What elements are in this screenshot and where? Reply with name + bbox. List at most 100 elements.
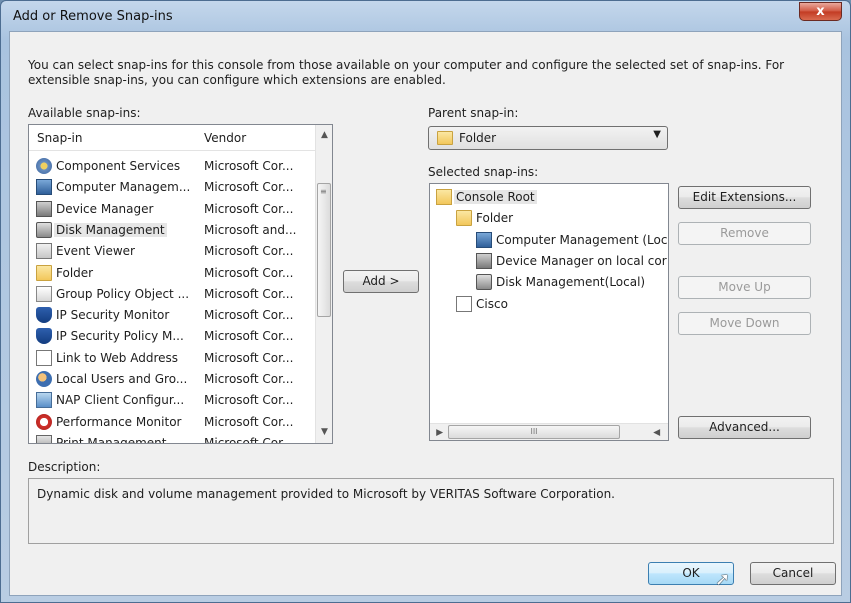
list-item[interactable]: Computer Managem... Microsoft Cor... [29,177,313,198]
description-label: Description: [28,460,101,474]
nap-client-icon [36,392,52,409]
device-manager-icon [36,200,52,217]
snapin-vendor: Microsoft Cor... [204,201,294,216]
available-vertical-scrollbar[interactable]: ▲ ≡ ▼ [315,125,332,443]
snapin-name: Folder [56,265,94,280]
parent-snapin-value: Folder [459,131,497,145]
available-snapins-list[interactable]: Snap-in Vendor Component Services Microso… [28,124,333,444]
mouse-pointer-icon: ➚ [715,569,731,590]
list-item[interactable]: Disk Management Microsoft and... [29,220,313,241]
snapin-vendor: Microsoft Cor... [204,244,294,259]
snapin-name: IP Security Monitor [56,308,170,323]
move-down-button[interactable]: Move Down [678,312,811,335]
list-item[interactable]: NAP Client Configur... Microsoft Cor... [29,390,313,411]
column-header-vendor[interactable]: Vendor [204,131,246,145]
scroll-down-icon[interactable]: ▼ [316,424,332,441]
edit-extensions-button[interactable]: Edit Extensions... [678,186,811,209]
dropdown-arrow-icon: ▼ [653,129,661,140]
snapin-name: Event Viewer [56,244,135,259]
scroll-right-icon[interactable]: ▲ [649,424,666,440]
available-snapins-label: Available snap-ins: [28,106,141,120]
folder-icon [456,210,472,226]
event-viewer-icon [36,243,52,260]
list-item[interactable]: IP Security Policy M... Microsoft Cor... [29,326,313,347]
list-item[interactable]: IP Security Monitor Microsoft Cor... [29,305,313,326]
list-item[interactable]: Group Policy Object ... Microsoft Cor... [29,284,313,305]
snapin-vendor: Microsoft Cor... [204,286,294,301]
hscroll-thumb[interactable]: III [448,425,620,439]
scroll-thumb[interactable] [317,183,331,317]
list-item[interactable]: Performance Monitor Microsoft Cor... [29,412,313,433]
close-button[interactable]: x [799,2,842,21]
list-header: Snap-in Vendor [29,125,332,151]
snapin-name: Component Services [56,159,181,173]
scroll-up-icon[interactable]: ▲ [316,127,332,144]
folder-icon [36,264,52,281]
computer-management-icon [476,232,492,248]
snapin-vendor: Microsoft Cor... [204,265,294,280]
snapin-name: Device Manager [56,201,154,216]
add-remove-snapins-dialog: Add or Remove Snap-ins x You can select … [0,0,851,603]
advanced-button[interactable]: Advanced... [678,416,811,439]
snapin-vendor: Microsoft Cor... [204,159,294,173]
tree-item-label: Console Root [454,190,537,204]
description-box: Dynamic disk and volume management provi… [28,478,834,544]
local-users-icon [36,371,52,387]
move-up-button[interactable]: Move Up [678,276,811,299]
list-item[interactable]: Component Services Microsoft Cor... [29,156,313,177]
ip-security-icon [36,307,52,324]
group-policy-icon [36,285,52,302]
list-item[interactable]: Event Viewer Microsoft Cor... [29,241,313,262]
list-item[interactable]: Device Manager Microsoft Cor... [29,199,313,220]
snapin-name: Performance Monitor [56,414,182,429]
print-management-icon [36,434,52,443]
tree-item-label: Folder [476,211,514,225]
thumb-grip-icon: ≡ [320,187,327,196]
scroll-left-icon[interactable]: ▼ [432,424,449,440]
column-header-snapin[interactable]: Snap-in [37,131,82,145]
tree-item-label: Cisco [476,297,508,311]
snapin-name: Computer Managem... [56,180,191,195]
snapin-name: Link to Web Address [56,350,179,365]
snapin-vendor: Microsoft Cor... [204,393,294,408]
window-title: Add or Remove Snap-ins [13,9,173,24]
snapin-vendor: Microsoft Cor... [204,180,294,195]
snapin-name: Local Users and Gro... [56,372,188,386]
intro-text: You can select snap-ins for this console… [28,58,785,87]
tree-item-label: Disk Management(Local) [496,275,646,289]
disk-management-icon [36,221,52,238]
snapin-name: Print Management [56,435,167,444]
tree-item-label: Computer Management (Loc [496,233,668,247]
snapin-name: IP Security Policy M... [56,329,184,344]
snapin-vendor: Microsoft Cor... [204,329,294,344]
list-item[interactable]: Link to Web Address Microsoft Cor... [29,348,313,369]
web-link-icon [36,349,52,366]
snapin-vendor: Microsoft and... [204,222,297,237]
parent-snapin-select[interactable]: Folder ▼ [428,126,668,150]
ip-security-policy-icon [36,328,52,345]
performance-monitor-icon [36,413,52,430]
folder-icon [437,131,453,145]
tree-item-label: Device Manager on local cor [496,254,667,268]
component-services-icon [36,158,52,174]
cancel-button[interactable]: Cancel [750,562,836,585]
selected-snapins-label: Selected snap-ins: [428,165,539,179]
description-text: Dynamic disk and volume management provi… [37,487,615,501]
snapin-vendor: Microsoft Cor... [204,308,294,323]
list-item[interactable]: Local Users and Gro... Microsoft Cor... [29,369,313,390]
web-link-icon [456,296,472,312]
tree-horizontal-scrollbar[interactable]: ▼ III ▲ [430,423,668,440]
computer-management-icon [36,179,52,196]
remove-button[interactable]: Remove [678,222,811,245]
snapin-name: Disk Management [54,222,167,237]
selected-snapins-tree[interactable]: Console Root Folder Computer Management (L… [429,183,669,441]
snapin-name: NAP Client Configur... [56,393,185,408]
console-root-icon [436,189,452,205]
list-item[interactable]: Folder Microsoft Cor... [29,263,313,284]
snapin-vendor: Microsoft Cor... [204,350,294,365]
list-item[interactable]: Print Management Microsoft Cor... [29,433,313,444]
disk-management-icon [476,274,492,290]
device-manager-icon [476,253,492,269]
title-bar[interactable]: Add or Remove Snap-ins x [1,1,850,33]
add-button[interactable]: Add > [343,270,419,293]
